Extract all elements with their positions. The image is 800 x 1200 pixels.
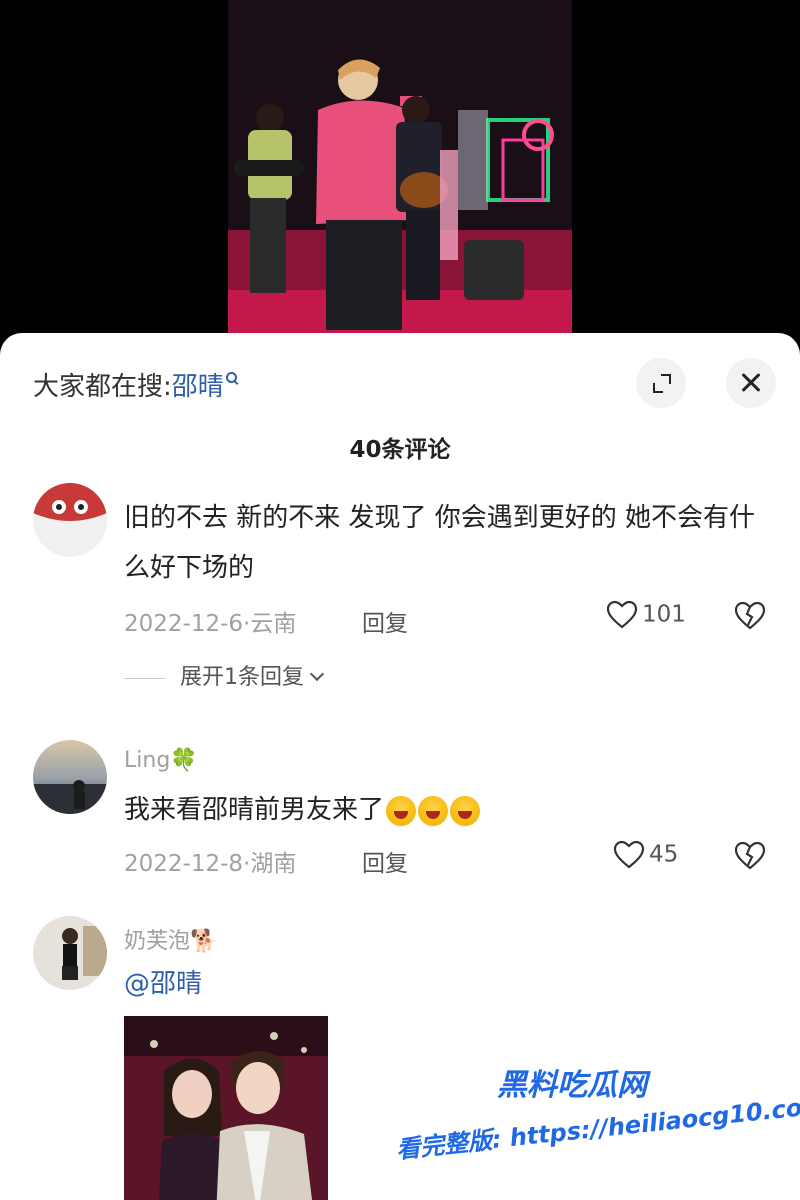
video-player[interactable] [0,0,800,345]
screen: 大家都在搜:邵晴 40条评论 旧的不去 新的不来 发现了 你会遇到更好的 她不会… [0,0,800,1200]
avatar[interactable] [33,916,107,990]
search-suggestion[interactable]: 大家都在搜:邵晴 [33,366,237,403]
comment-text: 旧的不去 新的不来 发现了 你会遇到更好的 她不会有什么好下场的 [124,503,756,583]
expand-replies-label: 展开1条回复 [180,665,304,690]
comment-username[interactable]: Ling🍀 [124,748,198,773]
comment-item: 旧的不去 新的不来 发现了 你会遇到更好的 她不会有什么好下场的 2022-12… [0,473,800,703]
comments-sheet: 大家都在搜:邵晴 40条评论 旧的不去 新的不来 发现了 你会遇到更好的 她不会… [0,333,800,1200]
avatar[interactable] [33,483,107,557]
like-button[interactable]: 45 [613,840,678,870]
sheet-header: 大家都在搜:邵晴 [0,333,800,433]
search-suggestion-prefix: 大家都在搜: [33,372,172,402]
comment-mention[interactable]: @邵晴 [124,959,764,1009]
expand-replies-button[interactable]: 展开1条回复 [124,659,325,691]
concert-stage-image [228,0,572,345]
avatar-image [33,483,107,557]
heart-icon [613,840,645,869]
comment-count: 40条评论 [349,437,451,463]
comment-username[interactable]: 奶芙泡🐕 [124,923,217,955]
expand-icon [653,383,663,393]
comment-text: 我来看邵晴前男友来了 [124,785,764,835]
avatar-image [33,916,107,990]
video-frame[interactable] [228,0,572,345]
comment-date-location: 2022-12-8·湖南 [124,851,297,877]
reply-button[interactable]: 回复 [362,844,408,878]
search-icon [225,372,237,383]
expand-sheet-button[interactable] [636,358,686,408]
laughing-crying-emoji [418,795,449,826]
expand-icon-part [661,374,671,384]
couple-photo-image [124,1016,328,1200]
comment-item: Ling🍀 我来看邵晴前男友来了 2022-12-8·湖南 回复 45 [0,738,800,888]
laughing-crying-emoji [450,795,481,826]
divider-line [124,677,166,679]
search-suggestion-term[interactable]: 邵晴 [172,372,224,402]
avatar[interactable] [33,740,107,814]
watermark-brand: 黑料吃瓜网 [497,1068,647,1103]
broken-heart-icon [734,841,766,870]
like-button[interactable]: 101 [606,600,686,630]
heart-icon [606,600,638,629]
comment-photo[interactable] [124,1016,328,1200]
laughing-crying-emoji [386,795,417,826]
dislike-button[interactable] [733,601,767,635]
chevron-down-icon [309,666,325,682]
reply-button[interactable]: 回复 [362,604,408,638]
like-count: 45 [649,841,679,868]
avatar-image [33,740,107,814]
comment-text-content: 我来看邵晴前男友来了 [124,795,385,825]
like-count: 101 [642,601,686,628]
dislike-button[interactable] [733,841,767,875]
close-button[interactable] [726,358,776,408]
broken-heart-icon [734,601,766,630]
comment-date-location: 2022-12-6·云南 [124,611,297,637]
